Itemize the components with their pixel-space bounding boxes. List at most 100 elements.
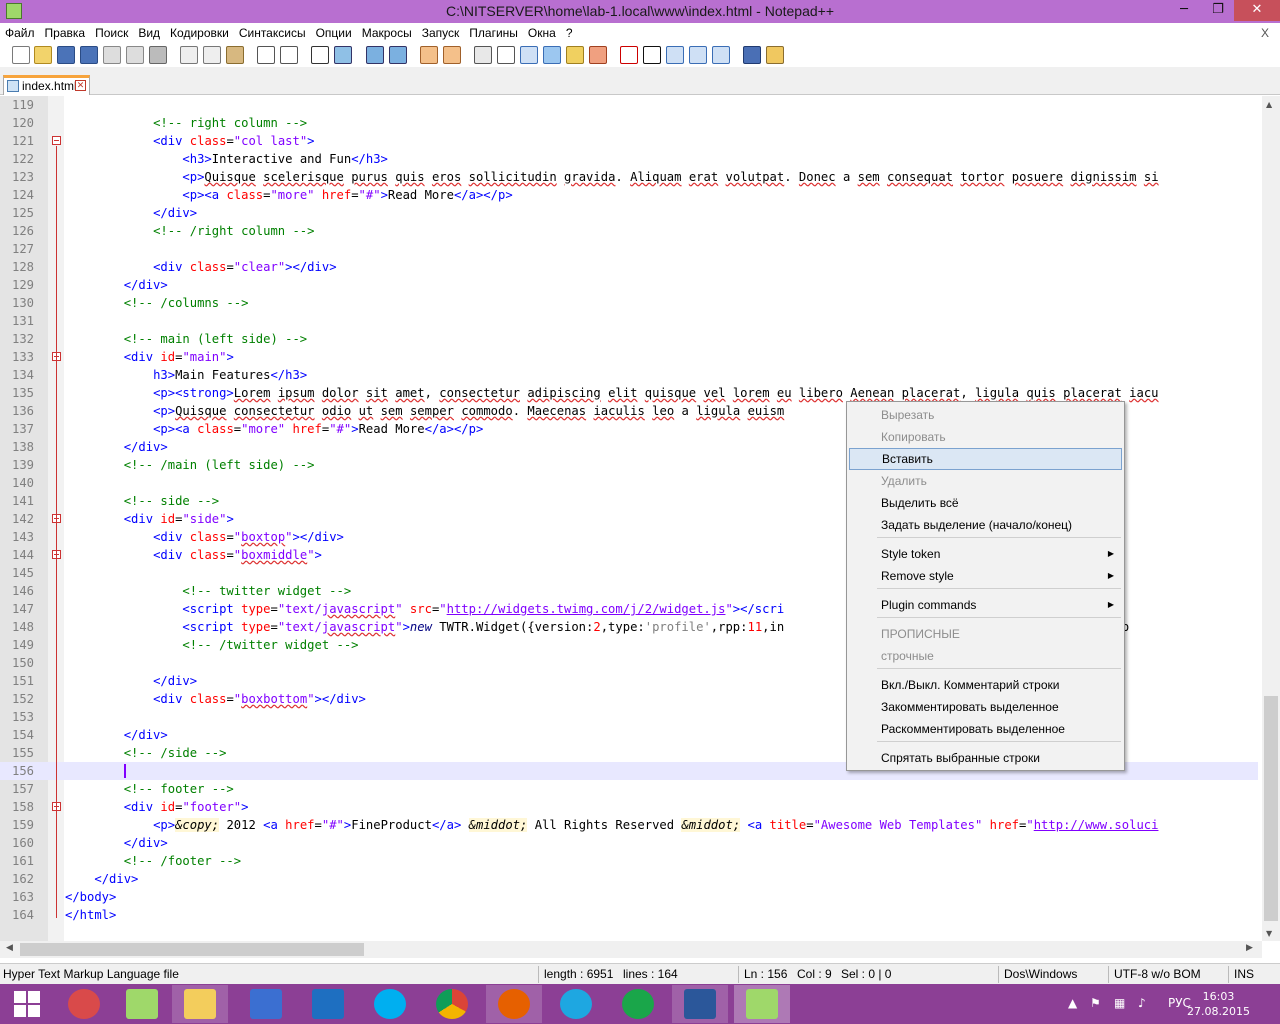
code-line[interactable]: 120 <!-- right column -->: [0, 114, 1258, 132]
show-hidden-icons-icon[interactable]: ▲: [1068, 996, 1077, 1010]
spell-check-icon[interactable]: [743, 46, 761, 64]
context-menu-item[interactable]: Закомментировать выделенное: [849, 696, 1122, 718]
system-clock[interactable]: 16:03 27.08.2015: [1187, 989, 1250, 1019]
code-line[interactable]: 162 </div>: [0, 870, 1258, 888]
code-text[interactable]: h3>Main Features</h3>: [65, 366, 307, 384]
code-text[interactable]: <h3>Interactive and Fun</h3>: [65, 150, 387, 168]
open-file-icon[interactable]: [34, 46, 52, 64]
taskbar-notepadpp-active[interactable]: [734, 985, 790, 1023]
context-menu-item[interactable]: Выделить всё: [849, 492, 1122, 514]
close-document-icon[interactable]: X: [1256, 23, 1274, 43]
horizontal-scrollbar[interactable]: ◀ ▶: [0, 941, 1262, 958]
redo-icon[interactable]: [280, 46, 298, 64]
code-text[interactable]: <!-- /main (left side) -->: [65, 456, 315, 474]
find-icon[interactable]: [311, 46, 329, 64]
undo-icon[interactable]: [257, 46, 275, 64]
sync-vertical-icon[interactable]: [420, 46, 438, 64]
code-text[interactable]: </html>: [65, 906, 116, 924]
menu-item[interactable]: Поиск: [90, 23, 133, 43]
code-line[interactable]: 128 <div class="clear"></div>: [0, 258, 1258, 276]
close-all-icon[interactable]: [126, 46, 144, 64]
code-text[interactable]: </div>: [65, 672, 197, 690]
tab-index-html[interactable]: index.html ✕: [3, 75, 90, 95]
menu-item[interactable]: Окна: [523, 23, 561, 43]
scroll-right-icon[interactable]: ▶: [1246, 943, 1253, 953]
menu-item[interactable]: Запуск: [417, 23, 465, 43]
code-line[interactable]: 159 <p>&copy; 2012 <a href="#">FineProdu…: [0, 816, 1258, 834]
code-line[interactable]: 163 </body>: [0, 888, 1258, 906]
new-file-icon[interactable]: [12, 46, 30, 64]
context-menu-item[interactable]: Style token ▶: [849, 543, 1122, 565]
start-button[interactable]: [0, 985, 56, 1023]
taskbar-snipping-tool[interactable]: [56, 985, 112, 1023]
code-line[interactable]: 135 <p><strong>Lorem ipsum dolor sit ame…: [0, 384, 1258, 402]
context-menu-item[interactable]: Вставить: [849, 448, 1122, 470]
folder-as-workspace-icon[interactable]: [543, 46, 561, 64]
minimize-button[interactable]: ─: [1166, 0, 1202, 21]
context-menu-item[interactable]: Задать выделение (начало/конец): [849, 514, 1122, 536]
code-text[interactable]: <p><a class="more" href="#">Read More</a…: [65, 420, 483, 438]
taskbar-mail-agent[interactable]: [610, 985, 666, 1023]
code-text[interactable]: <div class="clear"></div>: [65, 258, 336, 276]
taskbar-file-explorer[interactable]: [172, 985, 228, 1023]
code-line[interactable]: 130 <!-- /columns -->: [0, 294, 1258, 312]
save-macro-icon[interactable]: [712, 46, 730, 64]
context-menu-item[interactable]: Remove style ▶: [849, 565, 1122, 587]
context-menu-item[interactable]: Plugin commands ▶: [849, 594, 1122, 616]
code-text[interactable]: <div class="col last">: [65, 132, 314, 150]
word-wrap-icon[interactable]: [474, 46, 492, 64]
code-text[interactable]: <!-- twitter widget -->: [65, 582, 351, 600]
code-text[interactable]: <!-- right column -->: [65, 114, 307, 132]
context-menu-item[interactable]: Вкл./Выкл. Комментарий строки: [849, 674, 1122, 696]
code-line[interactable]: 127: [0, 240, 1258, 258]
code-line[interactable]: 160 </div>: [0, 834, 1258, 852]
menu-item[interactable]: ?: [561, 23, 578, 43]
code-text[interactable]: <!-- main (left side) -->: [65, 330, 307, 348]
indent-guide-icon[interactable]: [520, 46, 538, 64]
menu-item[interactable]: Правка: [40, 23, 91, 43]
code-text[interactable]: <!-- /footer -->: [65, 852, 241, 870]
print-icon[interactable]: [149, 46, 167, 64]
taskbar-firefox[interactable]: [486, 985, 542, 1023]
action-center-flag-icon[interactable]: ⚑: [1090, 996, 1101, 1010]
taskbar-network-app[interactable]: [238, 985, 294, 1023]
code-text[interactable]: <div id="main">: [65, 348, 234, 366]
code-line[interactable]: 124 <p><a class="more" href="#">Read Mor…: [0, 186, 1258, 204]
code-line[interactable]: 121 <div class="col last">: [0, 132, 1258, 150]
code-text[interactable]: <!-- /columns -->: [65, 294, 249, 312]
code-text[interactable]: </div>: [65, 438, 168, 456]
code-text[interactable]: </body>: [65, 888, 116, 906]
menu-item[interactable]: Синтаксисы: [234, 23, 311, 43]
code-line[interactable]: 123 <p>Quisque scelerisque purus quis er…: [0, 168, 1258, 186]
code-text[interactable]: <p>Quisque scelerisque purus quis eros s…: [65, 168, 1158, 186]
network-status-icon[interactable]: ▦: [1114, 996, 1125, 1010]
close-file-icon[interactable]: [103, 46, 121, 64]
paste-icon[interactable]: [226, 46, 244, 64]
code-text[interactable]: </div>: [65, 870, 138, 888]
code-text[interactable]: <!-- /twitter widget -->: [65, 636, 358, 654]
code-line[interactable]: 134 h3>Main Features</h3>: [0, 366, 1258, 384]
save-all-icon[interactable]: [80, 46, 98, 64]
code-text[interactable]: <!-- /right column -->: [65, 222, 314, 240]
menu-item[interactable]: Файл: [0, 23, 40, 43]
code-line[interactable]: 132 <!-- main (left side) -->: [0, 330, 1258, 348]
code-text[interactable]: <!-- footer -->: [65, 780, 234, 798]
taskbar-notepadpp-pinned[interactable]: [114, 985, 170, 1023]
code-line[interactable]: 133 <div id="main">: [0, 348, 1258, 366]
sync-horizontal-icon[interactable]: [443, 46, 461, 64]
code-line[interactable]: 164 </html>: [0, 906, 1258, 924]
play-macro-icon[interactable]: [666, 46, 684, 64]
copy-icon[interactable]: [203, 46, 221, 64]
code-text[interactable]: <div id="footer">: [65, 798, 249, 816]
doc-map-icon[interactable]: [566, 46, 584, 64]
taskbar-chrome[interactable]: [424, 985, 480, 1023]
code-text[interactable]: <div class="boxmiddle">: [65, 546, 322, 564]
menu-item[interactable]: Кодировки: [165, 23, 234, 43]
close-button[interactable]: ✕: [1234, 0, 1280, 21]
code-line[interactable]: 131: [0, 312, 1258, 330]
code-text[interactable]: </div>: [65, 204, 197, 222]
context-menu-item[interactable]: Спрятать выбранные строки: [849, 747, 1122, 769]
vertical-scroll-thumb[interactable]: [1264, 696, 1278, 921]
taskbar-outlook[interactable]: [300, 985, 356, 1023]
menu-item[interactable]: Опции: [311, 23, 357, 43]
